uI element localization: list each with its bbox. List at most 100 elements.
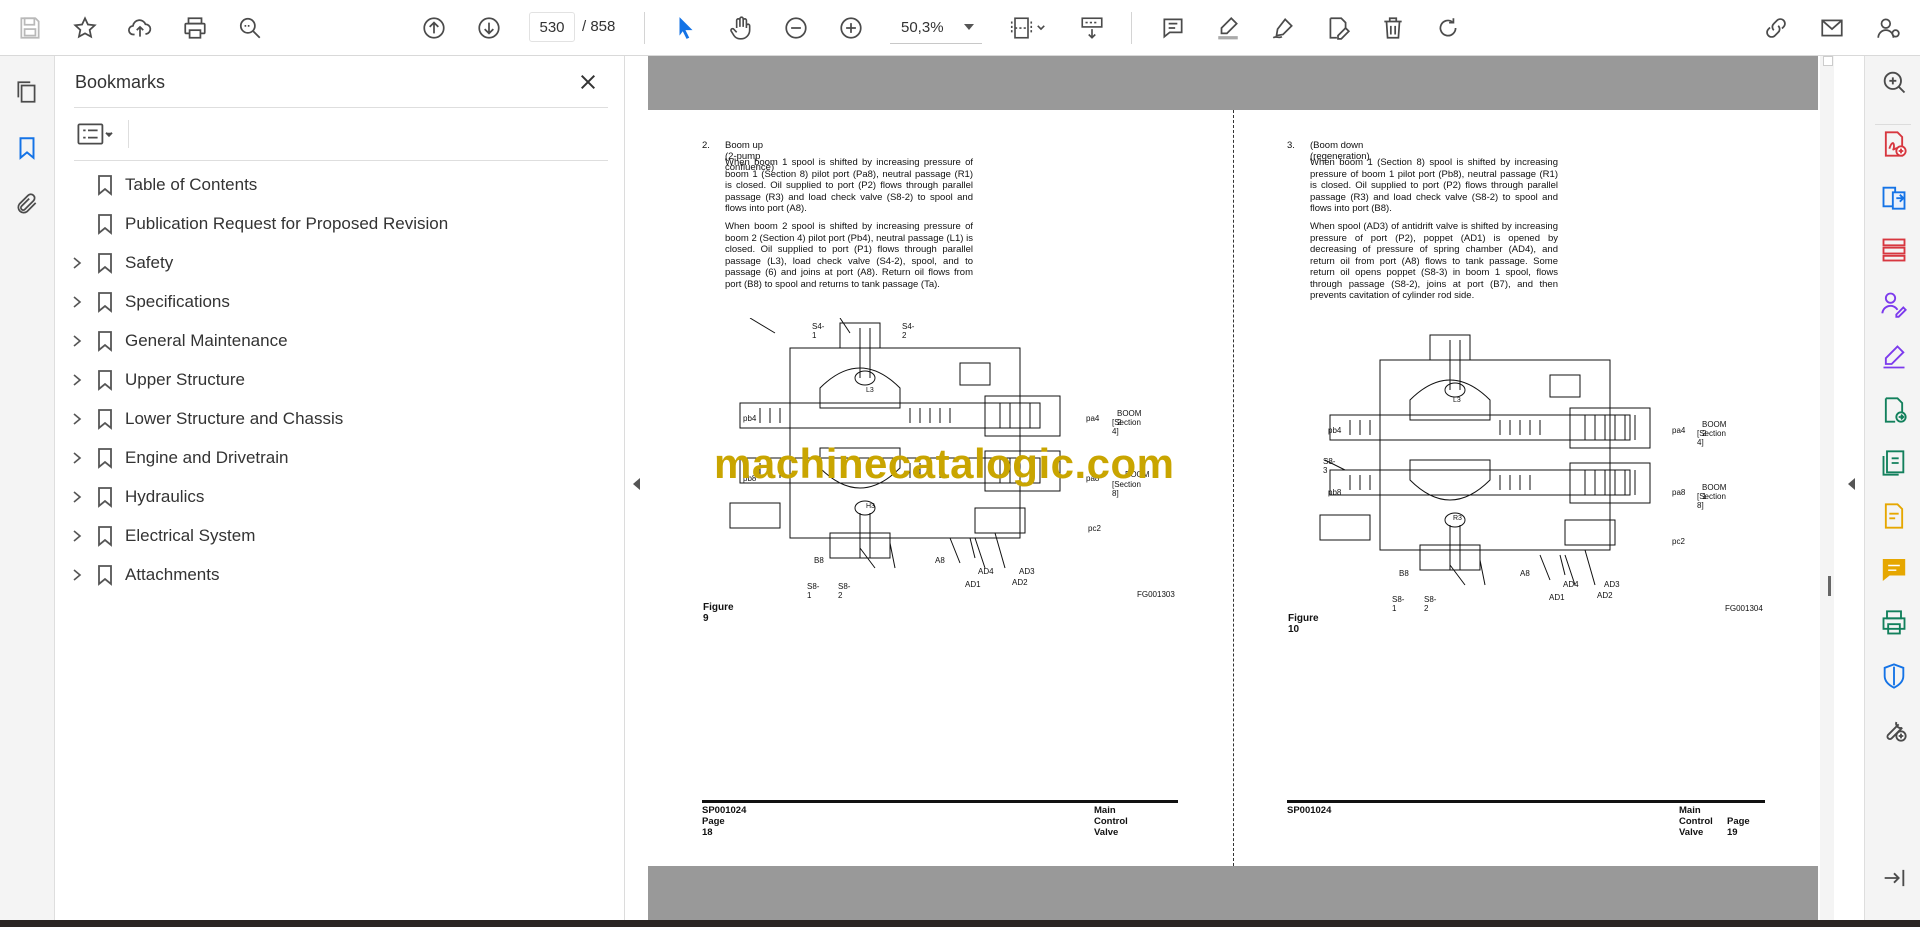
bookmark-ribbon-icon [98,409,112,430]
star-icon[interactable] [67,10,103,46]
next-page-icon[interactable] [471,10,507,46]
bookmark-item-attachments[interactable]: Attachments [56,555,625,594]
zoom-level-dropdown[interactable]: 50,3% [890,12,982,44]
bookmark-label: Specifications [125,292,230,311]
scrollbar-thumb[interactable] [1828,576,1831,596]
bookmark-item-general-maintenance[interactable]: General Maintenance [56,321,625,360]
diagram-label: pb4 [743,414,757,423]
attachments-icon[interactable] [10,187,44,221]
footer-doc-code: SP001024 [1287,805,1332,816]
diagram-label: AD3 [1604,580,1620,589]
toolbar-separator [1131,12,1132,44]
bookmarks-icon[interactable] [10,131,44,165]
find-icon[interactable] [232,10,268,46]
divider [1875,124,1911,125]
bookmark-ribbon-icon [98,370,112,391]
chevron-right-icon[interactable] [71,334,83,348]
expand-right-panel-icon[interactable] [1848,478,1855,490]
redo-icon[interactable] [1430,10,1466,46]
page-thumbnails-icon[interactable] [10,75,44,109]
bookmark-item-lower-structure[interactable]: Lower Structure and Chassis [56,399,625,438]
share-link-icon[interactable] [1758,10,1794,46]
bookmark-item-specifications[interactable]: Specifications [56,282,625,321]
footer-chapter: Main Control Valve [1094,805,1128,838]
chevron-right-icon[interactable] [71,568,83,582]
print-production-icon[interactable] [1878,607,1910,639]
bookmark-ribbon-icon [98,253,112,274]
create-pdf-icon[interactable] [1878,128,1910,160]
send-review-icon[interactable] [1878,394,1910,426]
bookmark-item-table-of-contents[interactable]: Table of Contents [56,165,625,204]
diagram-label: pa4 [1086,414,1100,423]
edit-text-icon[interactable] [1320,10,1356,46]
bookmark-item-safety[interactable]: Safety [56,243,625,282]
comment-icon[interactable] [1155,10,1191,46]
chevron-right-icon[interactable] [71,451,83,465]
bookmark-item-upper-structure[interactable]: Upper Structure [56,360,625,399]
hand-tool-icon[interactable] [723,10,759,46]
comment-tool-icon[interactable] [1878,553,1910,585]
draw-pen-icon[interactable] [1265,10,1301,46]
chevron-down-icon [964,24,974,30]
paragraph: When boom 2 spool is shifted by increasi… [725,221,973,290]
bookmark-ribbon-icon [98,331,112,352]
chevron-right-icon[interactable] [71,295,83,309]
collapse-tools-panel-icon[interactable] [1878,862,1910,894]
compress-pdf-icon[interactable] [1878,447,1910,479]
export-pdf-icon[interactable] [1878,181,1910,213]
figure-caption: Figure 9 [703,602,734,624]
scroll-mode-icon[interactable] [1074,10,1110,46]
chevron-right-icon[interactable] [71,490,83,504]
print-icon[interactable] [177,10,213,46]
page-number-input[interactable] [529,12,575,42]
upload-cloud-icon[interactable] [122,10,158,46]
collapse-left-panel-icon[interactable] [633,478,640,490]
diagram-label: [Section 8] [1697,492,1726,510]
divider [74,160,608,161]
page-fit-dropdown[interactable] [1002,10,1054,46]
chevron-right-icon[interactable] [71,373,83,387]
bookmark-item-publication-request[interactable]: Publication Request for Proposed Revisio… [56,204,625,243]
taskbar-edge [0,920,1920,927]
bookmark-label: Upper Structure [125,370,245,389]
page-total: / 858 [582,18,616,35]
close-icon[interactable] [574,68,602,96]
footer-chapter: Main Control Valve [1679,805,1713,838]
email-icon[interactable] [1814,10,1850,46]
diagram-label: pc2 [1088,524,1101,533]
diagram-label: A8 [935,556,945,565]
zoom-search-icon[interactable] [1878,66,1910,98]
bookmark-item-electrical-system[interactable]: Electrical System [56,516,625,555]
diagram-label: R3 [1453,515,1462,522]
bookmark-options-dropdown[interactable] [74,118,120,150]
bookmark-item-engine-drivetrain[interactable]: Engine and Drivetrain [56,438,625,477]
zoom-in-icon[interactable] [833,10,869,46]
diagram-label: L3 [866,387,874,394]
footer-page-number: Page 19 [1727,816,1750,838]
diagram-label: H3 [866,503,875,510]
protect-icon[interactable] [1878,660,1910,692]
toolbar-separator [644,12,645,44]
highlight-icon[interactable] [1210,10,1246,46]
edit-pdf-icon[interactable] [1878,500,1910,532]
save-icon[interactable] [12,10,48,46]
paragraph: When boom 1 spool is shifted by increasi… [725,157,973,214]
previous-page-icon[interactable] [416,10,452,46]
account-icon[interactable] [1870,10,1906,46]
fill-sign-icon[interactable] [1878,341,1910,373]
bookmarks-panel: Bookmarks Table of Contents Publication … [56,56,625,920]
delete-icon[interactable] [1375,10,1411,46]
select-cursor-icon[interactable] [668,10,704,46]
request-signature-icon[interactable] [1878,288,1910,320]
vertical-scrollbar[interactable] [1820,56,1834,920]
chevron-right-icon[interactable] [71,256,83,270]
bookmark-item-hydraulics[interactable]: Hydraulics [56,477,625,516]
zoom-out-icon[interactable] [778,10,814,46]
zoom-level-value: 50,3% [901,19,944,36]
organize-pages-icon[interactable] [1878,234,1910,266]
diagram-label: AD2 [1597,591,1613,600]
chevron-right-icon[interactable] [71,412,83,426]
more-tools-icon[interactable] [1878,713,1910,745]
chevron-right-icon[interactable] [71,529,83,543]
bookmark-ribbon-icon [98,526,112,547]
